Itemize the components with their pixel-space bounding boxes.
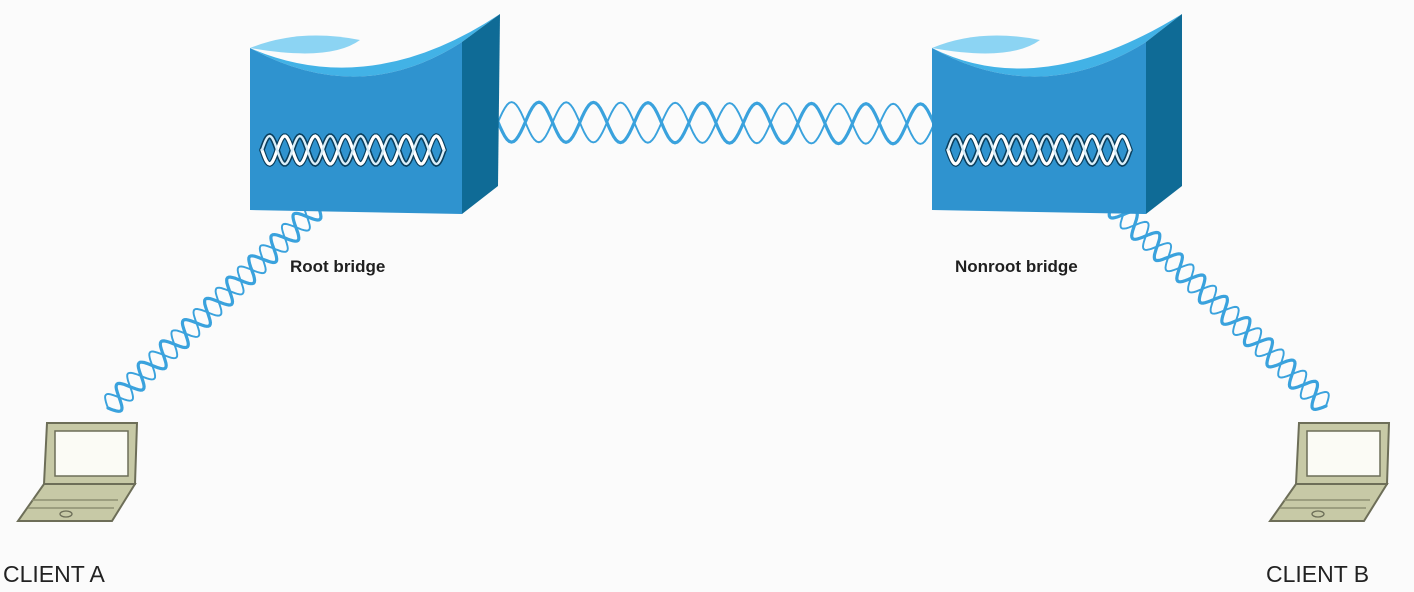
root-bridge-top-shade [250, 35, 360, 54]
client-a-link-strand [106, 204, 323, 413]
client-b-laptop-base [1268, 483, 1389, 522]
bridge-link-strand [497, 101, 935, 145]
nonroot-bridge-top-shade [932, 35, 1040, 54]
client-b-laptop-screen [1306, 430, 1381, 477]
nonroot-bridge-icon[interactable] [932, 14, 1182, 214]
root-bridge-label: Root bridge [290, 257, 386, 276]
client-a-link-strand [104, 201, 319, 409]
client-b-link-strand [1107, 202, 1328, 412]
client-a-laptop-icon[interactable] [16, 422, 139, 522]
client-a-laptop-screen [54, 430, 129, 477]
nonroot-bridge-label: Nonroot bridge [955, 257, 1078, 276]
nonroot-bridge-side [1146, 14, 1182, 214]
client-a-wireless-link [104, 201, 323, 413]
root-bridge-side [462, 14, 500, 214]
client-a-laptop-base [16, 483, 137, 522]
client-b-wireless-link [1107, 199, 1330, 412]
client-b-label: CLIENT B [1266, 561, 1370, 587]
client-a-label: CLIENT A [3, 561, 105, 587]
bridge-to-bridge-wireless-link [496, 100, 936, 146]
network-diagram [16, 14, 1391, 522]
client-b-link-strand [1111, 199, 1330, 407]
root-bridge-icon[interactable] [250, 14, 500, 214]
client-b-laptop-icon[interactable] [1268, 422, 1391, 522]
